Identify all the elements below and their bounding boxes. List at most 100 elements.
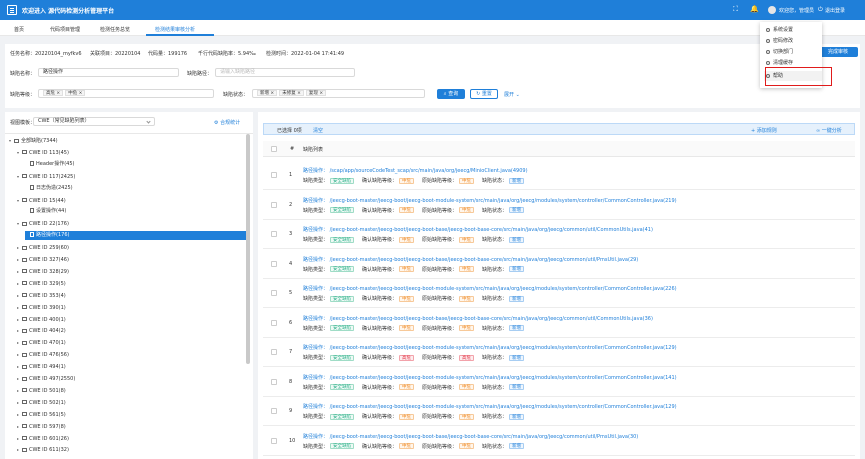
one-click-analysis-link[interactable]: ∞ 一键分析 (816, 127, 842, 134)
tree-node[interactable]: ▸ CWE ID 400(1) (17, 315, 66, 324)
tree-node[interactable]: ▸ CWE ID 390(1) (17, 303, 66, 312)
table-row[interactable]: 1 路径操作： /scap/app/sourceCodeTest_scap/src… (263, 161, 855, 190)
row-checkbox[interactable] (271, 378, 277, 385)
tree-node[interactable]: ▸ CWE ID 497(2550) (17, 374, 75, 383)
defect-path-link[interactable]: /jeecg-boot-master/jeecg-boot/jeecg-boot… (330, 434, 639, 440)
defect-title[interactable]: 路径操作： /jeecg-boot-master/jeecg-boot/jeec… (303, 256, 638, 263)
tree-node[interactable]: ▾ CWE ID 113(45) (17, 148, 69, 157)
defect-path-link[interactable]: /scap/app/sourceCodeTest_scap/src/main/j… (330, 168, 528, 174)
expand-icon[interactable]: ⛶ (733, 5, 738, 14)
user-greeting[interactable]: 欢迎您，管理员 (779, 7, 814, 14)
tab-home[interactable]: 首页 (14, 26, 24, 33)
tree-node[interactable]: ▸ CWE ID 611(32) (17, 445, 69, 454)
tree-node[interactable]: ▸ CWE ID 328(29) (17, 267, 69, 276)
add-rule-link[interactable]: + 添加规则 (751, 127, 777, 134)
status-tag-new[interactable]: 新增 × (257, 90, 278, 96)
defect-path-link[interactable]: /jeecg-boot-master/jeecg-boot/jeecg-boot… (330, 198, 677, 204)
defect-title[interactable]: 路径操作： /jeecg-boot-master/jeecg-boot/jeec… (303, 285, 677, 292)
row-checkbox[interactable] (271, 349, 277, 355)
tree-node[interactable]: Header操作(45) (25, 160, 74, 169)
defect-title[interactable]: 路径操作： /jeecg-boot-master/jeecg-boot/jeec… (303, 433, 638, 440)
menu-icon[interactable] (7, 5, 17, 15)
level-tag-medium[interactable]: 中危 × (65, 90, 86, 96)
defect-path-link[interactable]: /jeecg-boot-master/jeecg-boot/jeecg-boot… (330, 345, 677, 351)
defect-path-link[interactable]: /jeecg-boot-master/jeecg-boot/jeecg-boot… (330, 227, 653, 233)
defect-path-input[interactable]: 请输入缺陷路径 (215, 68, 355, 77)
level-tag-high[interactable]: 高危 × (43, 90, 64, 96)
defect-status-select[interactable]: 新增 × 未修复 × 复现 × (252, 89, 425, 98)
tree-node[interactable]: ▸ CWE ID 494(1) (17, 362, 66, 371)
defect-title[interactable]: 路径操作： /jeecg-boot-master/jeecg-boot/jeec… (303, 374, 677, 381)
status-tag-reproduced[interactable]: 复现 × (305, 90, 327, 96)
complete-review-button[interactable]: 完成审核 (818, 47, 858, 57)
reset-button[interactable]: ↻ 重置 (470, 89, 498, 99)
tree-node[interactable]: 设置操作(44) (25, 207, 66, 216)
table-row[interactable]: 7 路径操作： /jeecg-boot-master/jeecg-boot/jee… (263, 338, 855, 367)
table-row[interactable]: 3 路径操作： /jeecg-boot-master/jeecg-boot/jee… (263, 220, 855, 249)
tree-node[interactable]: ▸ CWE ID 404(2) (17, 326, 66, 335)
defect-path-link[interactable]: /jeecg-boot-master/jeecg-boot/jeecg-boot… (330, 404, 677, 410)
tree-node[interactable]: 日志伪造(2425) (25, 184, 73, 193)
tree-node[interactable]: ▸ CWE ID 259(60) (17, 243, 69, 252)
tree-node[interactable]: ▸ CWE ID 501(8) (17, 386, 66, 395)
avatar[interactable] (768, 6, 776, 14)
menu-item-switch-dept[interactable]: 切换部门 (766, 47, 822, 57)
table-row[interactable]: 2 路径操作： /jeecg-boot-master/jeecg-boot/jee… (263, 191, 855, 220)
row-checkbox[interactable] (271, 201, 277, 208)
tree-node[interactable]: ▸ CWE ID 353(4) (17, 291, 66, 300)
tree-node[interactable]: ▸ CWE ID 597(8) (17, 422, 66, 431)
row-checkbox[interactable] (271, 260, 277, 267)
expand-link[interactable]: 展开 ⌄ (504, 91, 520, 98)
compliance-stats-link[interactable]: ⚙ 合规统计 (214, 119, 240, 126)
defect-path-link[interactable]: /jeecg-boot-master/jeecg-boot/jeecg-boot… (330, 257, 639, 263)
bell-icon[interactable]: 🔔 (750, 5, 759, 13)
table-row[interactable]: 6 路径操作： /jeecg-boot-master/jeecg-boot/jee… (263, 309, 855, 338)
table-row[interactable]: 5 路径操作： /jeecg-boot-master/jeecg-boot/jee… (263, 279, 855, 308)
status-tag-unfixed[interactable]: 未修复 × (279, 90, 304, 96)
table-row[interactable]: 10 路径操作： /jeecg-boot-master/jeecg-boot/je… (263, 427, 855, 456)
tab-result-review[interactable]: 检测结果审核分析 (155, 26, 195, 33)
row-checkbox[interactable] (271, 290, 277, 296)
tree-node[interactable]: ▾ CWE ID 117(2425) (17, 172, 75, 181)
row-checkbox[interactable] (271, 172, 277, 178)
tab-task-overview[interactable]: 检测任务总览 (100, 26, 130, 33)
select-all-checkbox[interactable] (271, 146, 277, 152)
defect-level-select[interactable]: 高危 × 中危 × (38, 89, 214, 98)
tree-node[interactable]: ▸ CWE ID 329(5) (17, 279, 66, 288)
tree-scrollbar[interactable] (246, 134, 250, 364)
table-row[interactable]: 8 路径操作： /jeecg-boot-master/jeecg-boot/jee… (263, 368, 855, 397)
table-row[interactable]: 4 路径操作： /jeecg-boot-master/jeecg-boot/jee… (263, 250, 855, 279)
tree-node[interactable]: ▸ CWE ID 327(46) (17, 255, 69, 264)
defect-title[interactable]: 路径操作： /scap/app/sourceCodeTest_scap/src/… (303, 167, 528, 174)
logout-link[interactable]: 退出登录 (825, 7, 845, 14)
tree-node[interactable]: ▸ CWE ID 476(56) (17, 350, 69, 359)
tree-node[interactable]: ▸ CWE ID 561(5) (17, 410, 66, 419)
row-checkbox[interactable] (271, 231, 277, 237)
menu-item-password[interactable]: 密码修改 (766, 36, 822, 46)
row-checkbox[interactable] (271, 408, 277, 414)
defect-title[interactable]: 路径操作： /jeecg-boot-master/jeecg-boot/jeec… (303, 344, 677, 351)
clear-selection-link[interactable]: 清空 (313, 127, 323, 134)
query-button[interactable]: ⌕ 查询 (437, 89, 465, 99)
tree-node[interactable]: ▸ CWE ID 601(26) (17, 434, 69, 443)
defect-title[interactable]: 路径操作： /jeecg-boot-master/jeecg-boot/jeec… (303, 197, 677, 204)
defect-name-input[interactable]: 路径操作 (38, 68, 179, 77)
tree-node[interactable]: ▾ CWE ID 15(44) (17, 196, 66, 205)
defect-title[interactable]: 路径操作： /jeecg-boot-master/jeecg-boot/jeec… (303, 315, 653, 322)
defect-title[interactable]: 路径操作： /jeecg-boot-master/jeecg-boot/jeec… (303, 226, 653, 233)
defect-path-link[interactable]: /jeecg-boot-master/jeecg-boot/jeecg-boot… (330, 316, 653, 322)
menu-item-settings[interactable]: 系统设置 (766, 25, 822, 35)
row-checkbox[interactable] (271, 437, 277, 444)
view-template-select[interactable]: CWE（常见缺陷列表） (33, 117, 155, 126)
defect-path-link[interactable]: /jeecg-boot-master/jeecg-boot/jeecg-boot… (330, 375, 677, 381)
defect-path-link[interactable]: /jeecg-boot-master/jeecg-boot/jeecg-boot… (330, 286, 677, 292)
tree-node[interactable]: ▾ CWE ID 22(176) (17, 219, 69, 228)
tab-project-management[interactable]: 代码项目管理 (50, 26, 80, 33)
table-row[interactable]: 9 路径操作： /jeecg-boot-master/jeecg-boot/jee… (263, 397, 855, 426)
tree-node[interactable]: ▸ CWE ID 502(1) (17, 398, 66, 407)
tree-node[interactable]: 路径操作(176) (25, 231, 246, 241)
defect-title[interactable]: 路径操作： /jeecg-boot-master/jeecg-boot/jeec… (303, 403, 677, 410)
row-checkbox[interactable] (271, 319, 277, 326)
tree-node[interactable]: ▸ CWE ID 470(1) (17, 338, 66, 347)
tree-node[interactable]: ▾ 全部缺陷(7344) (9, 136, 58, 145)
